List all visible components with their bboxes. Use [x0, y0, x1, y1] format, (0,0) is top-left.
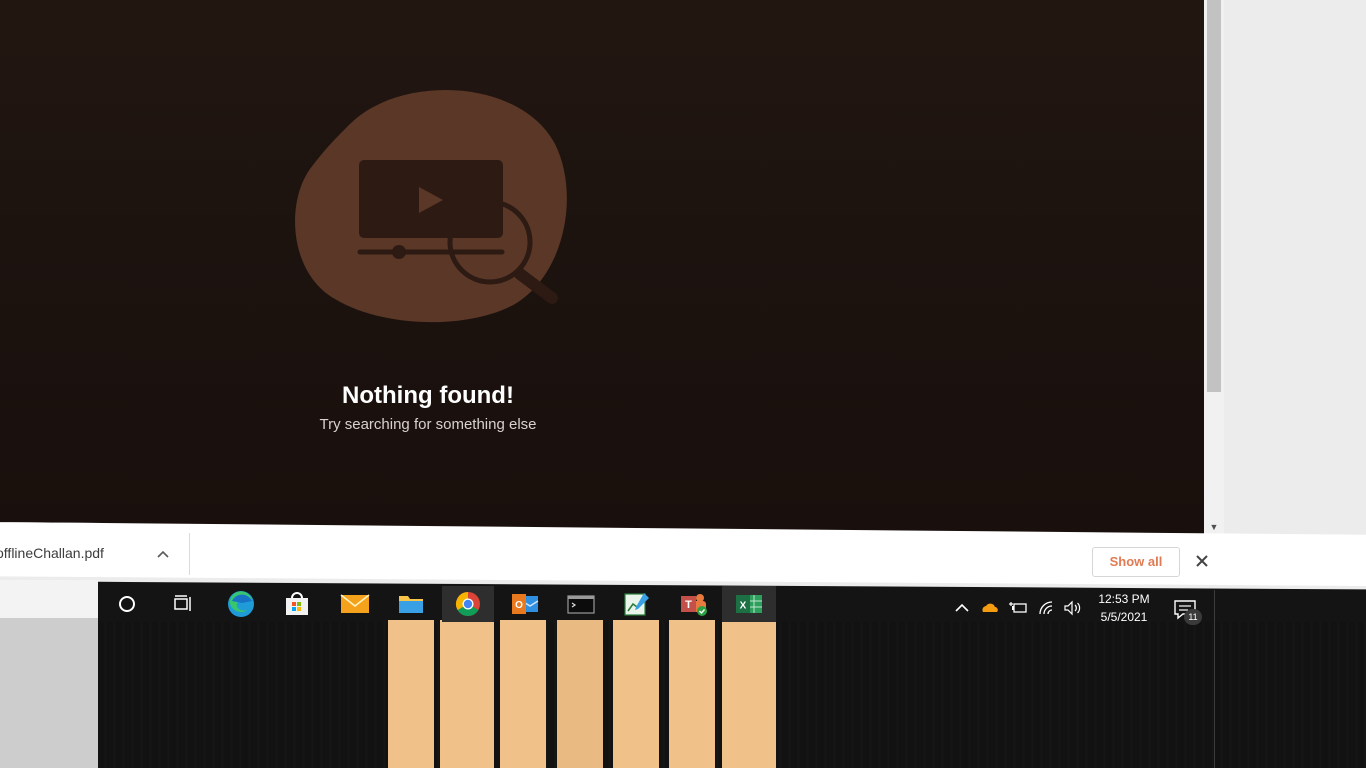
- clock-time[interactable]: 12:53 PM: [1090, 592, 1158, 606]
- window-gutter: [1218, 0, 1366, 540]
- progress-knob: [392, 245, 406, 259]
- ghost-window: [722, 620, 776, 768]
- file-explorer-button[interactable]: [386, 586, 436, 622]
- download-file-name[interactable]: offlineChallan.pdf: [0, 545, 104, 561]
- ghost-window: [669, 620, 715, 768]
- edge-button[interactable]: [216, 586, 266, 622]
- empty-state: Nothing found! Try searching for somethi…: [0, 0, 1206, 534]
- volume-icon[interactable]: [1062, 598, 1082, 618]
- background-window-area: [0, 618, 100, 768]
- cortana-icon: [119, 596, 135, 612]
- terminal-icon: [567, 595, 595, 614]
- chart-app-icon: [624, 593, 649, 616]
- outlook-button[interactable]: O: [500, 586, 550, 622]
- onedrive-icon[interactable]: [980, 598, 1000, 618]
- show-desktop-divider[interactable]: [1214, 590, 1215, 768]
- ghost-window: [613, 620, 659, 768]
- mail-icon: [340, 594, 370, 613]
- teams-icon: T: [681, 594, 707, 616]
- battery-icon[interactable]: [1008, 598, 1028, 618]
- scroll-down-arrow-icon[interactable]: ▼: [1208, 522, 1220, 532]
- svg-text:T: T: [685, 599, 692, 611]
- ghost-window: [440, 620, 494, 768]
- close-icon[interactable]: [1192, 551, 1212, 571]
- excel-button[interactable]: X: [722, 586, 776, 622]
- show-all-button[interactable]: Show all: [1092, 547, 1180, 577]
- show-hidden-icons-chevron-icon[interactable]: [952, 598, 972, 618]
- download-item[interactable]: offlineChallan.pdf: [0, 533, 190, 575]
- background-window-strip: [0, 580, 100, 618]
- chrome-icon: [455, 592, 480, 617]
- chart-app-button[interactable]: [612, 586, 662, 622]
- ghost-window: [557, 620, 603, 768]
- chevron-up-icon[interactable]: [152, 543, 174, 565]
- file-explorer-icon: [399, 596, 423, 613]
- empty-state-subtitle: Try searching for something else: [319, 416, 537, 433]
- teams-button[interactable]: T: [668, 586, 718, 622]
- terminal-button[interactable]: [556, 586, 606, 622]
- task-view-icon: [174, 595, 191, 611]
- outlook-icon: O: [512, 594, 539, 614]
- store-icon: [286, 592, 308, 615]
- empty-state-title: Nothing found!: [342, 382, 514, 409]
- svg-text:X: X: [740, 601, 747, 612]
- notification-count-badge: 11: [1184, 609, 1202, 625]
- chrome-button[interactable]: [442, 586, 494, 622]
- task-view-button[interactable]: [158, 586, 208, 622]
- video-search-illustration: [295, 90, 567, 323]
- scrollbar-thumb[interactable]: [1207, 0, 1221, 392]
- cortana-button[interactable]: [102, 586, 152, 622]
- mail-button[interactable]: [330, 586, 380, 622]
- svg-text:O: O: [515, 600, 523, 611]
- ghost-window: [500, 620, 546, 768]
- clock-date[interactable]: 5/5/2021: [1090, 610, 1158, 624]
- ghost-window: [388, 620, 434, 768]
- store-button[interactable]: [272, 586, 322, 622]
- edge-icon: [228, 591, 254, 617]
- excel-icon: X: [736, 595, 762, 613]
- vertical-scrollbar[interactable]: ▼: [1204, 0, 1224, 536]
- wifi-icon[interactable]: [1036, 598, 1056, 618]
- screen: Nothing found! Try searching for somethi…: [0, 0, 1366, 768]
